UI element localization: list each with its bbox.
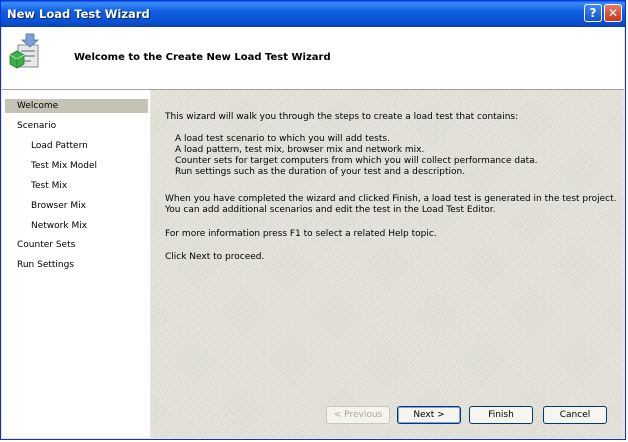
cancel-button[interactable]: Cancel bbox=[543, 406, 607, 424]
previous-button[interactable]: < Previous bbox=[326, 406, 390, 424]
bullet-item: Counter sets for target computers from w… bbox=[175, 156, 538, 166]
nav-item-scenario[interactable]: Scenario bbox=[5, 119, 148, 133]
help-button[interactable]: ? bbox=[584, 4, 602, 22]
nav-item-test-mix[interactable]: Test Mix bbox=[5, 179, 148, 193]
intro-text: This wizard will walk you through the st… bbox=[165, 112, 519, 122]
nav-item-network-mix[interactable]: Network Mix bbox=[5, 219, 148, 233]
nav-item-load-pattern[interactable]: Load Pattern bbox=[5, 139, 148, 153]
load-test-wizard-icon bbox=[9, 33, 40, 69]
nav-item-welcome[interactable]: Welcome bbox=[5, 99, 148, 113]
nav-item-browser-mix[interactable]: Browser Mix bbox=[5, 199, 148, 213]
editor-info-text: You can add additional scenarios and edi… bbox=[165, 205, 496, 215]
finish-button[interactable]: Finish bbox=[469, 406, 533, 424]
wizard-window: New Load Test Wizard ? ✕ Welcome to the … bbox=[0, 0, 626, 440]
nav-item-run-settings[interactable]: Run Settings bbox=[5, 258, 148, 272]
close-button[interactable]: ✕ bbox=[604, 4, 622, 22]
proceed-text: Click Next to proceed. bbox=[165, 252, 265, 262]
wizard-steps-nav: Welcome Scenario Load Pattern Test Mix M… bbox=[2, 90, 150, 438]
title-bar[interactable]: New Load Test Wizard ? ✕ bbox=[1, 1, 625, 27]
bullet-item: Run settings such as the duration of you… bbox=[175, 167, 466, 177]
window-title: New Load Test Wizard bbox=[7, 7, 150, 21]
wizard-header: Welcome to the Create New Load Test Wiza… bbox=[2, 27, 624, 90]
page-title: Welcome to the Create New Load Test Wiza… bbox=[74, 52, 331, 63]
wizard-content-panel: This wizard will walk you through the st… bbox=[151, 90, 623, 438]
finish-info-text: When you have completed the wizard and c… bbox=[165, 194, 617, 204]
nav-item-counter-sets[interactable]: Counter Sets bbox=[5, 238, 148, 252]
next-button[interactable]: Next > bbox=[397, 406, 461, 424]
help-info-text: For more information press F1 to select … bbox=[165, 229, 437, 239]
bullet-item: A load pattern, test mix, browser mix an… bbox=[175, 145, 425, 155]
bullet-item: A load test scenario to which you will a… bbox=[175, 134, 390, 144]
nav-item-test-mix-model[interactable]: Test Mix Model bbox=[5, 159, 148, 173]
